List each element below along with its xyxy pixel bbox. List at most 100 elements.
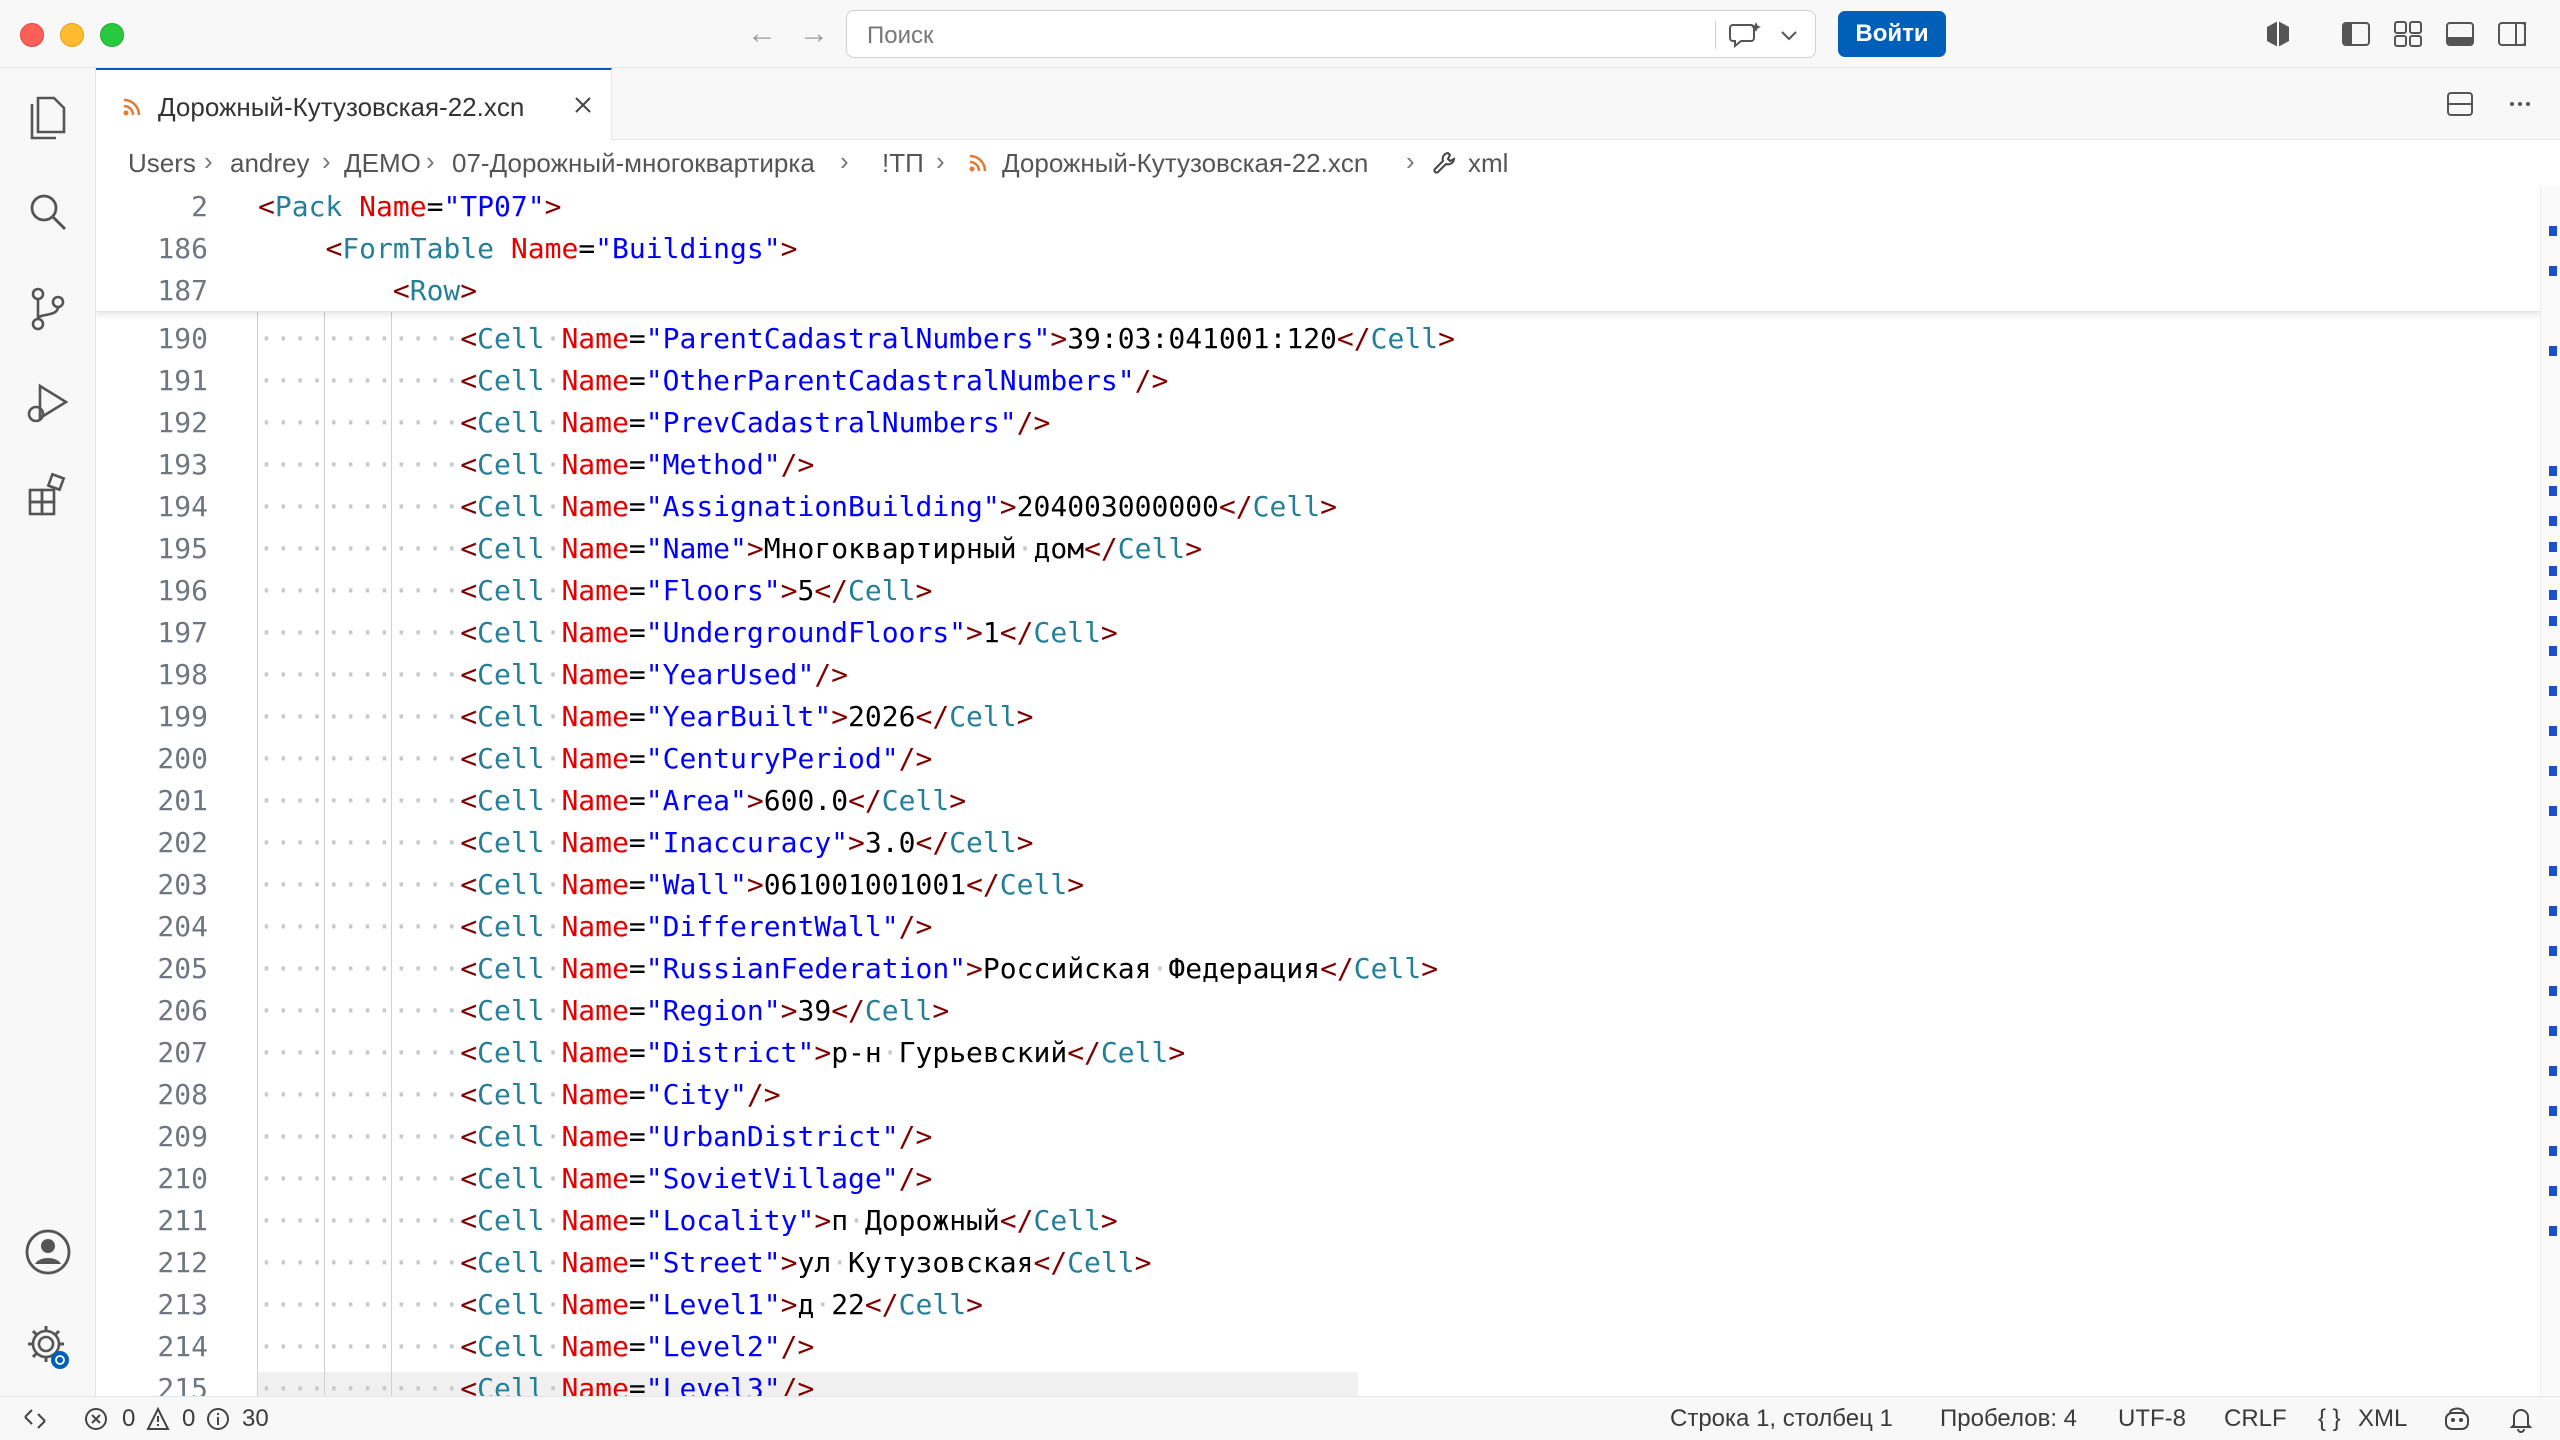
line-number: 192: [157, 406, 208, 439]
code-text: ············<Cell·Name="YearUsed"/>: [258, 658, 849, 691]
indent-guide: [324, 312, 325, 1396]
search-icon[interactable]: [20, 184, 76, 240]
code-text: ············<Cell·Name="Inaccuracy">3.0<…: [258, 826, 1034, 859]
breadcrumb-item[interactable]: ДЕМО: [344, 148, 421, 179]
indentation[interactable]: Пробелов: 4: [1940, 1405, 2077, 1433]
code-line[interactable]: 199 ············<Cell·Name="YearBuilt">20…: [96, 696, 2540, 738]
notifications-bell-icon[interactable]: [2508, 1405, 2534, 1433]
code-line[interactable]: 212 ············<Cell·Name="Street">ул·Ку…: [96, 1242, 2540, 1284]
code-line[interactable]: 204 ············<Cell·Name="DifferentWall…: [96, 906, 2540, 948]
code-line[interactable]: 207 ············<Cell·Name="District">р-н…: [96, 1032, 2540, 1074]
chevron-down-icon[interactable]: [1777, 23, 1801, 47]
code-line[interactable]: 210 ············<Cell·Name="SovietVillage…: [96, 1158, 2540, 1200]
code-text: <Pack Name="TP07">: [258, 190, 562, 223]
error-icon[interactable]: [84, 1407, 108, 1431]
code-line[interactable]: 215 ············<Cell·Name="Level3"/>: [96, 1368, 2540, 1396]
sticky-line[interactable]: 186 <FormTable Name="Buildings">: [96, 228, 2540, 270]
toggle-primary-sidebar-icon[interactable]: [2340, 18, 2372, 50]
indent-guide: [257, 312, 258, 1396]
code-line[interactable]: 190 ············<Cell·Name="ParentCadastr…: [96, 318, 2540, 360]
code-line[interactable]: 209 ············<Cell·Name="UrbanDistrict…: [96, 1116, 2540, 1158]
code-line[interactable]: 203 ············<Cell·Name="Wall">0610010…: [96, 864, 2540, 906]
code-line[interactable]: 197 ············<Cell·Name="UndergroundFl…: [96, 612, 2540, 654]
overview-marker: [2549, 466, 2557, 476]
error-count[interactable]: 0: [122, 1405, 135, 1433]
code-text: ············<Cell·Name="Street">ул·Кутуз…: [258, 1246, 1152, 1279]
chat-sparkle-icon[interactable]: [1729, 19, 1763, 51]
overview-marker: [2549, 346, 2557, 356]
customize-layout-icon[interactable]: [2392, 18, 2424, 50]
window-minimize-button[interactable]: [60, 23, 84, 47]
overview-marker: [2549, 266, 2557, 276]
code-line[interactable]: 193 ············<Cell·Name="Method"/>: [96, 444, 2540, 486]
command-center-search[interactable]: Поиск: [846, 10, 1816, 58]
breadcrumb-item[interactable]: !ТП: [882, 148, 924, 179]
split-editor-icon[interactable]: [2444, 88, 2476, 120]
sticky-line[interactable]: 187 <Row>: [96, 270, 2540, 312]
copilot-status-icon[interactable]: [2442, 1405, 2472, 1433]
line-number: 215: [157, 1372, 208, 1396]
line-number: 205: [157, 952, 208, 985]
breadcrumb: Users › andrey › ДЕМО › 07-Дорожный-мног…: [96, 140, 2560, 186]
copilot-icon[interactable]: [2262, 18, 2294, 50]
code-line[interactable]: 201 ············<Cell·Name="Area">600.0</…: [96, 780, 2540, 822]
breadcrumb-separator: ›: [936, 146, 945, 176]
breadcrumb-item[interactable]: Дорожный-Кутузовская-22.xcn: [1002, 148, 1368, 179]
language-brace-icon[interactable]: { }: [2318, 1405, 2341, 1433]
code-text: <FormTable Name="Buildings">: [325, 232, 798, 265]
tab-active-file[interactable]: Дорожный-Кутузовская-22.xcn: [96, 68, 612, 140]
close-icon[interactable]: [568, 90, 598, 120]
language-mode[interactable]: XML: [2358, 1405, 2407, 1433]
info-icon[interactable]: [206, 1407, 230, 1431]
explorer-icon[interactable]: [20, 88, 76, 144]
code-line[interactable]: 198 ············<Cell·Name="YearUsed"/>: [96, 654, 2540, 696]
code-line[interactable]: 196 ············<Cell·Name="Floors">5</Ce…: [96, 570, 2540, 612]
breadcrumb-item[interactable]: xml: [1468, 148, 1508, 179]
source-control-icon[interactable]: [20, 280, 76, 336]
code-line[interactable]: 211 ············<Cell·Name="Locality">п·Д…: [96, 1200, 2540, 1242]
line-endings[interactable]: CRLF: [2224, 1405, 2287, 1433]
code-line[interactable]: 195 ············<Cell·Name="Name">Многокв…: [96, 528, 2540, 570]
login-button[interactable]: Войти: [1838, 11, 1946, 57]
run-debug-icon[interactable]: [20, 374, 76, 430]
code-line[interactable]: 202 ············<Cell·Name="Inaccuracy">3…: [96, 822, 2540, 864]
breadcrumb-item[interactable]: Users: [128, 148, 196, 179]
line-number: 196: [157, 574, 208, 607]
info-count[interactable]: 30: [242, 1405, 269, 1433]
back-arrow-icon[interactable]: ←: [742, 14, 782, 54]
warning-icon[interactable]: [146, 1407, 170, 1431]
code-line[interactable]: 192 ············<Cell·Name="PrevCadastral…: [96, 402, 2540, 444]
code-line[interactable]: 194 ············<Cell·Name="AssignationBu…: [96, 486, 2540, 528]
code-line[interactable]: 205 ············<Cell·Name="RussianFedera…: [96, 948, 2540, 990]
code-line[interactable]: 213 ············<Cell·Name="Level1">д·22<…: [96, 1284, 2540, 1326]
code-line[interactable]: 214 ············<Cell·Name="Level2"/>: [96, 1326, 2540, 1368]
toggle-secondary-sidebar-icon[interactable]: [2496, 18, 2528, 50]
breadcrumb-item[interactable]: andrey: [230, 148, 310, 179]
code-line[interactable]: 191 ············<Cell·Name="OtherParentCa…: [96, 360, 2540, 402]
code-line[interactable]: 206 ············<Cell·Name="Region">39</C…: [96, 990, 2540, 1032]
line-number: 186: [157, 232, 208, 265]
encoding[interactable]: UTF-8: [2118, 1405, 2186, 1433]
window-close-button[interactable]: [20, 23, 44, 47]
more-actions-icon[interactable]: [2504, 88, 2536, 120]
cursor-position[interactable]: Строка 1, столбец 1: [1670, 1405, 1893, 1433]
overview-marker: [2549, 766, 2557, 776]
accounts-icon[interactable]: [20, 1224, 76, 1280]
overview-marker: [2549, 1226, 2557, 1236]
warning-count[interactable]: 0: [182, 1405, 195, 1433]
extensions-icon[interactable]: [20, 468, 76, 524]
window-maximize-button[interactable]: [100, 23, 124, 47]
manage-gear-icon[interactable]: [20, 1318, 76, 1374]
code-line[interactable]: 200 ············<Cell·Name="CenturyPeriod…: [96, 738, 2540, 780]
remote-icon[interactable]: [22, 1407, 48, 1431]
activity-bar: [0, 68, 96, 1396]
forward-arrow-icon[interactable]: →: [794, 14, 834, 54]
code-line[interactable]: 208 ············<Cell·Name="City"/>: [96, 1074, 2540, 1116]
sticky-line[interactable]: 2 <Pack Name="TP07">: [96, 186, 2540, 228]
overview-ruler[interactable]: [2540, 186, 2560, 1396]
breadcrumb-item[interactable]: 07-Дорожный-многоквартирка: [452, 148, 815, 179]
code-editor[interactable]: 2 <Pack Name="TP07"> 186 <FormTable Name="…: [96, 186, 2540, 1396]
code-text: ············<Cell·Name="UndergroundFloor…: [258, 616, 1118, 649]
toggle-panel-icon[interactable]: [2444, 18, 2476, 50]
sticky-scroll-header[interactable]: 2 <Pack Name="TP07"> 186 <FormTable Name="…: [96, 186, 2540, 312]
